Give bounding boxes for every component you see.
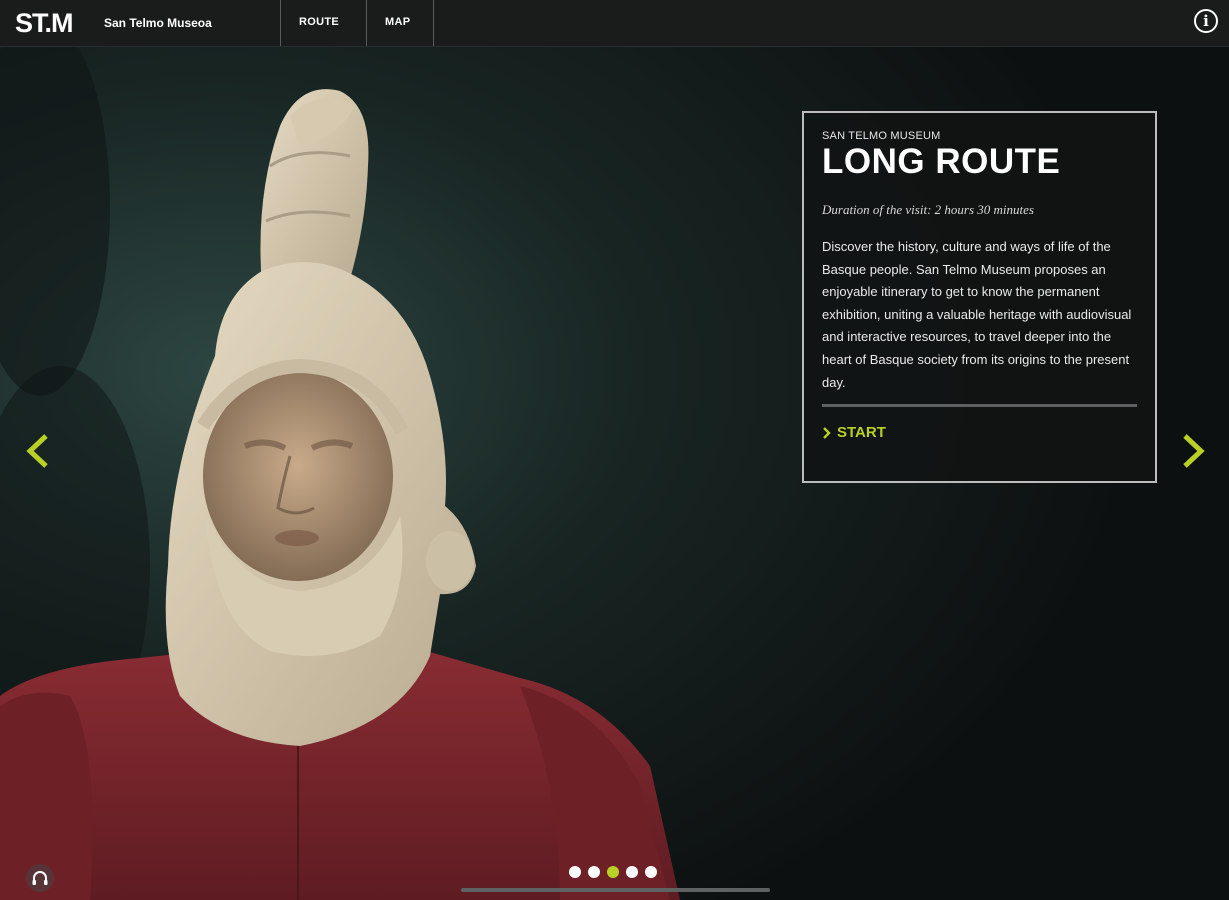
logo[interactable]: ST.M — [15, 8, 74, 39]
card-eyebrow: SAN TELMO MUSEUM — [822, 130, 941, 142]
carousel-pagination — [569, 866, 657, 878]
nav-divider — [280, 0, 281, 46]
start-label: START — [837, 424, 886, 442]
nav-map[interactable]: MAP — [385, 16, 410, 28]
chevron-right-icon — [823, 426, 831, 439]
headphones-icon — [32, 871, 48, 885]
route-card: SAN TELMO MUSEUM LONG ROUTE Duration of … — [802, 111, 1157, 483]
nav-route[interactable]: ROUTE — [299, 16, 339, 28]
pagination-dot[interactable] — [588, 866, 600, 878]
previous-arrow-icon[interactable] — [24, 433, 50, 469]
visit-duration: Duration of the visit: 2 hours 30 minute… — [822, 202, 1034, 217]
info-icon[interactable]: i — [1194, 9, 1218, 33]
top-bar: ST.M San Telmo Museoa ROUTE MAP i — [0, 0, 1229, 47]
pagination-dot-active[interactable] — [607, 866, 619, 878]
pagination-dot[interactable] — [645, 866, 657, 878]
brand-name: San Telmo Museoa — [104, 16, 212, 30]
nav-divider — [433, 0, 434, 46]
start-button[interactable]: START — [822, 424, 1137, 441]
nav-divider — [366, 0, 367, 46]
route-title: LONG ROUTE — [822, 142, 1061, 181]
pagination-dot[interactable] — [626, 866, 638, 878]
audio-button[interactable] — [26, 864, 54, 892]
scroll-indicator[interactable] — [461, 888, 770, 892]
next-arrow-icon[interactable] — [1181, 433, 1207, 469]
pagination-dot[interactable] — [569, 866, 581, 878]
divider — [822, 404, 1137, 408]
route-description: Discover the history, culture and ways o… — [822, 239, 1132, 390]
